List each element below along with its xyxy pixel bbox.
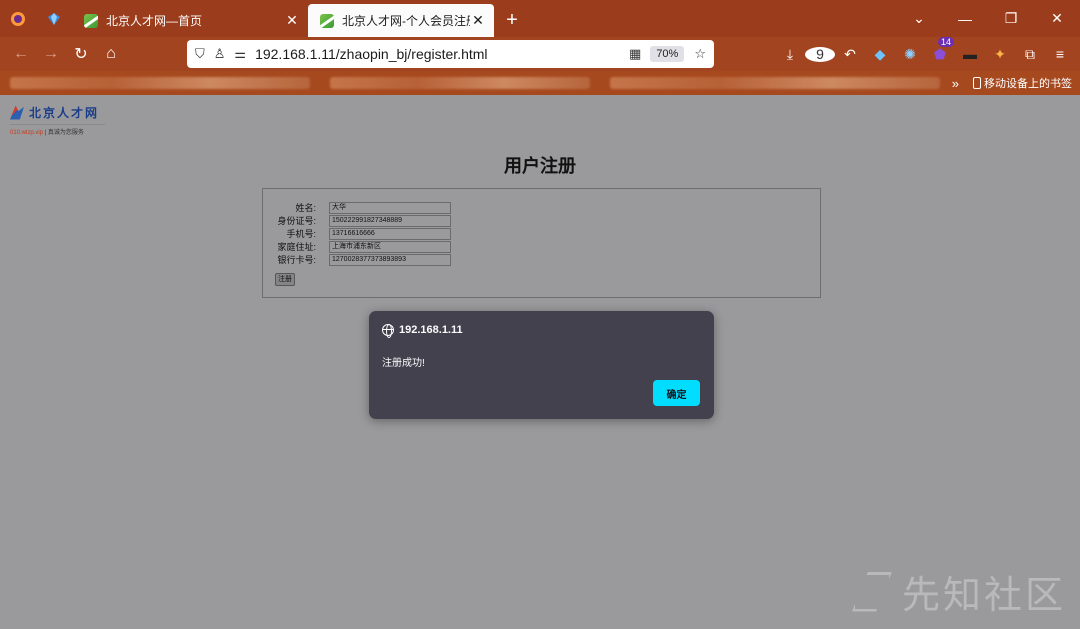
blurred-bookmarks [330, 77, 590, 89]
tab-home[interactable]: 北京人才网—首页 ✕ [72, 4, 308, 37]
form-row-phone: 手机号: 13716616666 [263, 227, 451, 240]
field-label: 银行卡号: [277, 255, 316, 265]
logo-tagline: | 真诚为您服务 [44, 130, 84, 136]
globe-extension-icon[interactable]: ✺ [895, 46, 925, 63]
blurred-bookmarks [610, 77, 940, 89]
logo-name: 北京人才网 [29, 106, 100, 120]
qr-code-icon[interactable]: ▦ [629, 46, 641, 62]
bookmarks-right: » 移动设备上的书签 [952, 71, 1072, 95]
dialog-message: 注册成功! [382, 358, 425, 369]
phone-input[interactable]: 13716616666 [329, 227, 451, 240]
tab-title: 北京人才网—首页 [106, 14, 203, 28]
form-row-name: 姓名: 大华 [263, 201, 451, 214]
home-icon[interactable]: ⌂ [96, 45, 126, 63]
badge-count: 9 [805, 47, 835, 62]
forward-icon[interactable]: → [36, 45, 66, 63]
diamond-icon [48, 12, 60, 25]
address-bar[interactable]: ⛉ ♙ ⚌ 192.168.1.11/zhaopin_bj/register.h… [187, 40, 714, 68]
new-tab-button[interactable]: + [494, 4, 530, 37]
bank-card-input[interactable]: 1270028377373893893 [329, 253, 451, 266]
bookmarks-bar: » 移动设备上的书签 [0, 71, 1080, 95]
form-row-id: 身份证号: 150222991827348889 [263, 214, 451, 227]
hat-extension-icon[interactable]: ▬ [955, 46, 985, 62]
badge-count: 14 [938, 36, 955, 47]
toolbar-right: ⤓ 9 ↶ ◆ ✺ ⬟ 14 ▬ ✦ ⧉ ≡ [775, 36, 1075, 71]
shield-icon[interactable]: ⛉ [195, 46, 205, 62]
ok-button[interactable]: 确定 [653, 380, 700, 406]
fox-extension-icon[interactable]: ✦ [985, 46, 1015, 63]
mobile-bookmarks[interactable]: 移动设备上的书签 [973, 75, 1072, 91]
extensions-puzzle-icon[interactable]: ⧉ [1015, 46, 1045, 63]
name-input[interactable]: 大华 [329, 201, 451, 214]
diamond-extension-icon[interactable]: ◆ [865, 46, 895, 63]
logo-name-row: 北京人才网 [10, 104, 105, 121]
mobile-bookmarks-label: 移动设备上的书签 [984, 78, 1072, 90]
form-row-bankcard: 银行卡号: 1270028377373893893 [263, 253, 451, 266]
extension-badge-9[interactable]: 9 [805, 46, 835, 62]
reply-icon[interactable]: ↶ [835, 46, 865, 63]
restore-icon[interactable]: ❐ [988, 10, 1034, 27]
phone-icon [973, 77, 981, 89]
logo-subline: 010.wlzp.vip | 真诚为您服务 [10, 127, 105, 136]
field-label: 身份证号: [277, 216, 316, 226]
back-icon[interactable]: ← [6, 45, 36, 63]
tab-register[interactable]: 北京人才网-个人会员注册 ✕ [308, 4, 494, 37]
register-form: 姓名: 大华 身份证号: 150222991827348889 手机号: 137… [262, 188, 821, 298]
address-input[interactable]: 上海市浦东新区 [329, 240, 451, 253]
logo-mark-icon [10, 105, 24, 120]
watermark-logo-icon [851, 571, 892, 612]
field-label: 手机号: [286, 229, 316, 239]
alert-dialog: 192.168.1.11 注册成功! 确定 [369, 311, 714, 419]
menu-icon[interactable]: ≡ [1045, 46, 1075, 62]
watermark-text: 先知社区 [901, 575, 1066, 617]
firefox-view-button[interactable] [0, 0, 36, 37]
window-controls: ⌄ — ❐ ✕ [896, 0, 1080, 37]
tab-title: 北京人才网-个人会员注册 [342, 14, 470, 28]
nav-bar: ← → ↻ ⌂ ⛉ ♙ ⚌ 192.168.1.11/zhaopin_bj/re… [0, 36, 1080, 71]
downloads-icon[interactable]: ⤓ [775, 46, 805, 63]
form-row-address: 家庭住址: 上海市浦东新区 [263, 240, 451, 253]
firefox-icon [11, 11, 25, 26]
tab-bar: 北京人才网—首页 ✕ 北京人才网-个人会员注册 ✕ + ⌄ — ❐ ✕ [0, 0, 1080, 37]
permissions-icon[interactable]: ♙ [214, 46, 226, 62]
register-button[interactable]: 注册 [275, 273, 295, 286]
logo-divider [10, 124, 105, 125]
site-favicon-icon [84, 13, 98, 28]
logo-domain: 010.wlzp.vip [10, 130, 44, 136]
reload-icon[interactable]: ↻ [66, 44, 96, 64]
field-label: 家庭住址: [277, 242, 316, 252]
more-bookmarks-icon[interactable]: » [952, 76, 959, 91]
site-favicon-icon [320, 13, 334, 28]
dialog-origin: 192.168.1.11 [399, 324, 463, 336]
purple-extension-icon[interactable]: ⬟ 14 [925, 36, 955, 63]
close-icon[interactable]: ✕ [470, 12, 486, 29]
id-number-input[interactable]: 150222991827348889 [329, 214, 451, 227]
dialog-header: 192.168.1.11 [382, 324, 463, 338]
close-icon[interactable]: ✕ [284, 12, 300, 29]
close-window-icon[interactable]: ✕ [1034, 10, 1080, 27]
pinned-tab[interactable] [36, 0, 72, 37]
globe-icon [382, 324, 394, 338]
zoom-level[interactable]: 70% [650, 46, 685, 62]
site-info-icon[interactable]: ⚌ [234, 46, 246, 62]
field-label: 姓名: [295, 203, 316, 213]
url-text[interactable]: 192.168.1.11/zhaopin_bj/register.html [255, 46, 629, 62]
page-title: 用户注册 [504, 156, 576, 176]
site-logo[interactable]: 北京人才网 010.wlzp.vip | 真诚为您服务 [10, 104, 105, 136]
watermark: 先知社区 [851, 564, 1066, 619]
bookmark-star-icon[interactable]: ☆ [694, 46, 706, 62]
blurred-bookmarks [10, 77, 310, 89]
minimize-icon[interactable]: — [942, 11, 988, 27]
list-all-tabs-icon[interactable]: ⌄ [896, 10, 942, 27]
